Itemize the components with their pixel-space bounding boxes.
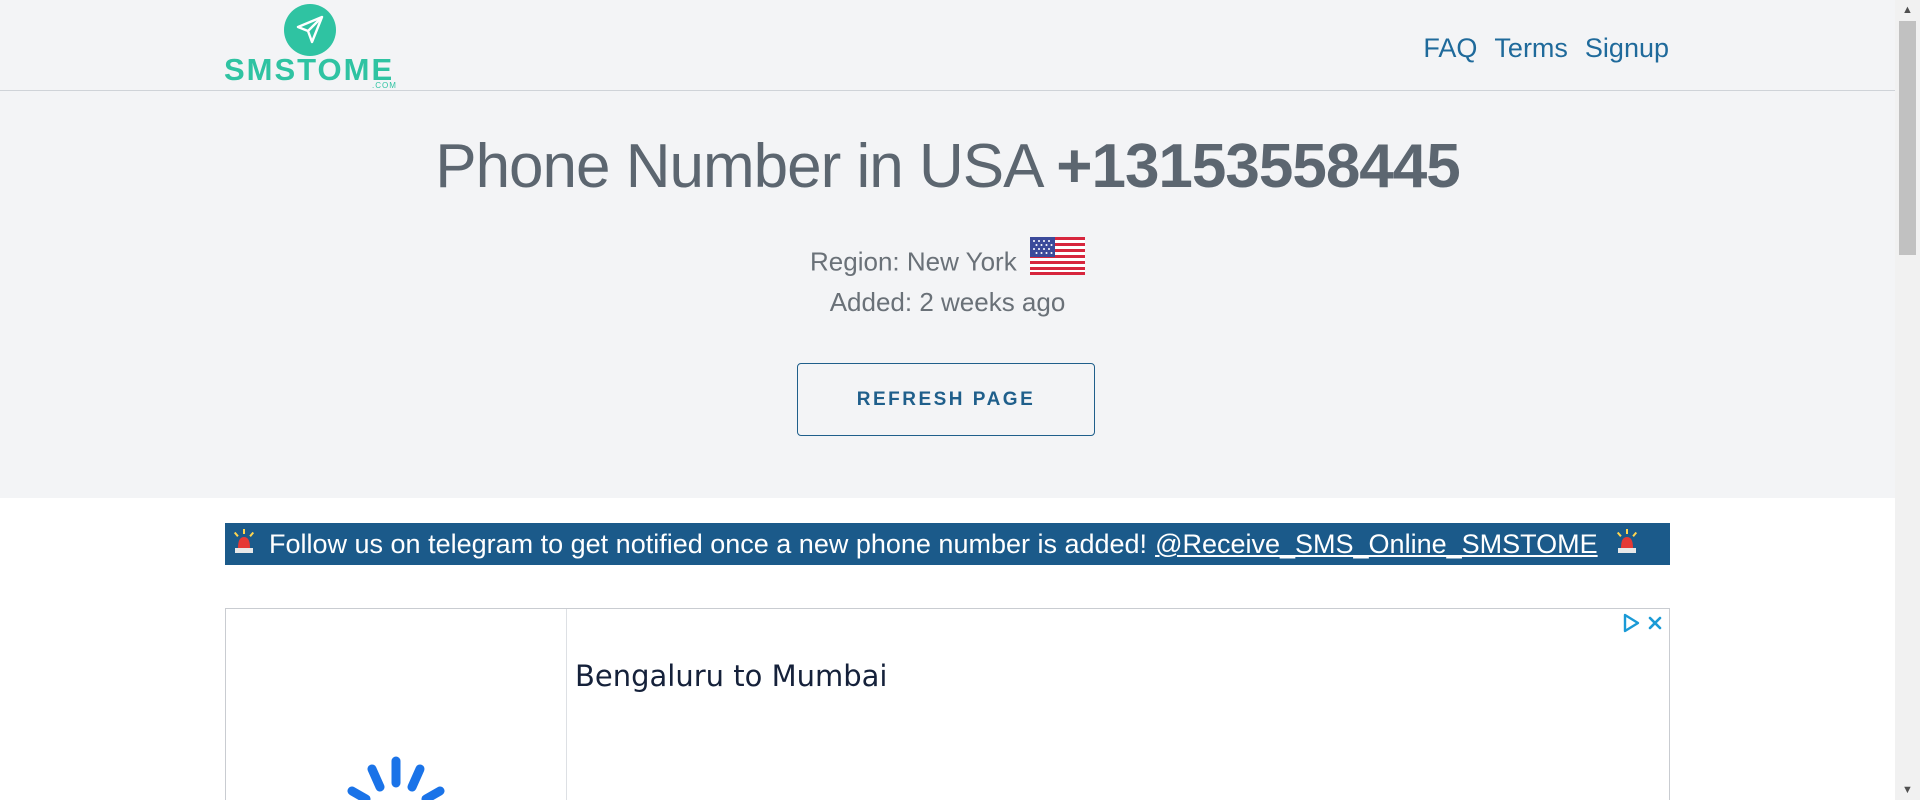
ad-title[interactable]: Bengaluru to Mumbai bbox=[575, 659, 887, 693]
ad-image-panel bbox=[226, 609, 567, 800]
logo-subtext: .COM bbox=[372, 81, 397, 90]
top-nav: FAQ Terms Signup bbox=[1423, 30, 1669, 66]
region-info: Region: New York bbox=[0, 237, 1895, 288]
scrollbar-thumb[interactable] bbox=[1899, 21, 1916, 255]
refresh-page-button[interactable]: REFRESH PAGE bbox=[797, 363, 1095, 436]
vertical-scrollbar[interactable]: ▲ ▼ bbox=[1895, 0, 1920, 800]
site-header: SMSTOME .COM FAQ Terms Signup bbox=[0, 0, 1895, 91]
paper-plane-icon bbox=[284, 4, 336, 56]
scroll-up-arrow-icon[interactable]: ▲ bbox=[1895, 0, 1920, 20]
page: SMSTOME .COM FAQ Terms Signup Phone Numb… bbox=[0, 0, 1895, 800]
loading-spinner-icon bbox=[336, 751, 456, 800]
siren-icon bbox=[1616, 523, 1638, 565]
page-title: Phone Number in USA +13153558445 bbox=[0, 127, 1895, 207]
advertisement[interactable]: Bengaluru to Mumbai bbox=[225, 608, 1670, 800]
telegram-link[interactable]: @Receive_SMS_Online_SMSTOME bbox=[1155, 523, 1598, 565]
banner-text: Follow us on telegram to get notified on… bbox=[269, 529, 1148, 559]
ad-choices-icon[interactable] bbox=[1621, 613, 1641, 638]
region-text: Region: New York bbox=[810, 246, 1017, 277]
title-prefix: Phone Number in USA bbox=[435, 132, 1041, 201]
added-info: Added: 2 weeks ago bbox=[829, 287, 1066, 317]
close-icon[interactable] bbox=[1647, 615, 1663, 636]
phone-number: +13153558445 bbox=[1056, 132, 1461, 201]
nav-terms[interactable]: Terms bbox=[1494, 30, 1568, 66]
us-flag-icon bbox=[1029, 237, 1085, 286]
logo-text: SMSTOME bbox=[224, 52, 395, 87]
nav-signup[interactable]: Signup bbox=[1585, 30, 1669, 66]
ad-controls bbox=[1621, 613, 1663, 638]
site-logo[interactable]: SMSTOME .COM bbox=[224, 4, 398, 90]
hero-section: Phone Number in USA +13153558445 Region:… bbox=[0, 91, 1895, 498]
nav-faq[interactable]: FAQ bbox=[1423, 30, 1477, 66]
scroll-down-arrow-icon[interactable]: ▼ bbox=[1895, 780, 1920, 800]
siren-icon bbox=[233, 523, 255, 565]
telegram-banner: Follow us on telegram to get notified on… bbox=[225, 523, 1670, 565]
